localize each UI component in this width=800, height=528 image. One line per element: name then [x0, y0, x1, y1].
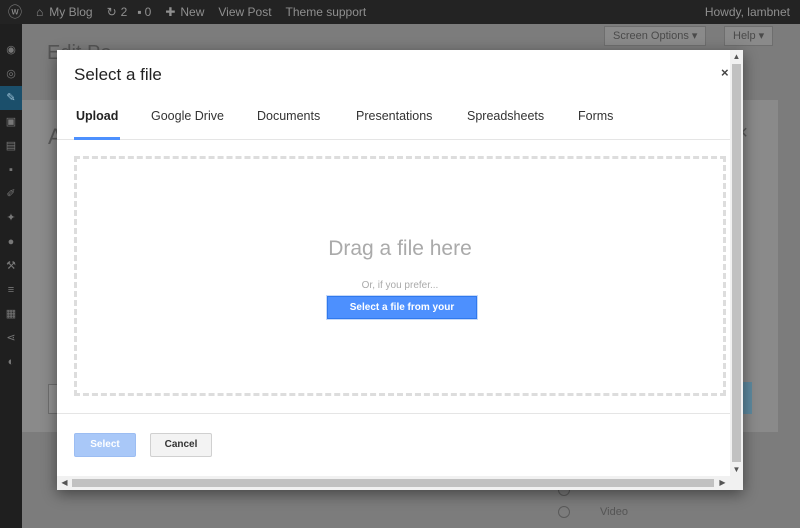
tab-label: Forms [578, 109, 614, 123]
tab-label: Presentations [356, 109, 433, 123]
close-icon[interactable]: × [721, 65, 729, 80]
comment-bubble-icon: ▪ [137, 5, 142, 19]
plus-icon: ✚ [165, 5, 176, 19]
update-icon: ↻ [106, 5, 117, 19]
tab-presentations[interactable]: Presentations [356, 109, 432, 140]
triangle-left-icon[interactable]: ◀ [58, 476, 71, 490]
horizontal-scroll-thumb[interactable] [72, 479, 714, 487]
stats-icon[interactable]: ▦ [0, 302, 22, 326]
drop-zone[interactable]: Drag a file here Or, if you prefer... Se… [74, 156, 726, 396]
wordpress-logo-icon[interactable]: ⓦ [8, 2, 22, 22]
cancel-button[interactable]: Cancel [150, 433, 212, 457]
users-icon[interactable]: ● [0, 230, 22, 254]
new-content-link[interactable]: ✚ New [165, 5, 204, 19]
tab-label: Google Drive [151, 109, 224, 123]
select-file-from-computer-button[interactable]: Select a file from your computer [327, 296, 477, 334]
pages-icon[interactable]: ▤ [0, 134, 22, 158]
triangle-up-icon[interactable]: ▲ [730, 50, 743, 63]
theme-support-link[interactable]: Theme support [286, 5, 367, 19]
tab-label: Documents [257, 109, 321, 123]
file-picker-dialog: Select a file × Upload Google Drive Docu… [57, 50, 743, 490]
comments-icon[interactable]: ▪ [0, 158, 22, 182]
home-icon: ⌂ [36, 5, 44, 19]
share-icon[interactable]: ⋖ [0, 326, 22, 350]
account-link[interactable]: Howdy, lambnet [705, 0, 790, 24]
collapse-icon[interactable]: ◐ [0, 350, 22, 374]
screen-options-button[interactable]: Screen Options ▾ [604, 26, 707, 46]
wp-admin-bar: ⓦ ⌂ My Blog ↻ 2 ▪ 0 ✚ New View Post Them… [0, 0, 800, 24]
dialog-title: Select a file [74, 65, 162, 84]
tab-label: Upload [76, 109, 119, 123]
tab-upload[interactable]: Upload [74, 109, 121, 140]
vertical-scrollbar[interactable]: ▲ ▼ [730, 50, 743, 476]
pin-icon[interactable]: ✎ [0, 86, 22, 110]
settings-icon[interactable]: ≡ [0, 278, 22, 302]
comments-link[interactable]: ↻ 2 ▪ 0 [107, 5, 152, 19]
howdy-label: Howdy, lambnet [704, 5, 790, 19]
tab-spreadsheets[interactable]: Spreadsheets [467, 109, 544, 140]
triangle-down-icon[interactable]: ▼ [730, 463, 743, 476]
tab-forms[interactable]: Forms [578, 109, 613, 140]
dialog-footer: Select Cancel [57, 413, 730, 476]
appearance-icon[interactable]: ✐ [0, 182, 22, 206]
select-button[interactable]: Select [74, 433, 136, 457]
eye-icon[interactable]: ◎ [0, 62, 22, 86]
picker-tabs: Upload Google Drive Documents Presentati… [57, 100, 730, 140]
tab-google-drive[interactable]: Google Drive [151, 109, 224, 140]
admin-sidebar: ◉ ◎ ✎ ▣ ▤ ▪ ✐ ✦ ● ⚒ ≡ ▦ ⋖ ◐ [0, 24, 22, 528]
tab-label: Spreadsheets [467, 109, 545, 123]
prefer-text: Or, if you prefer... [361, 280, 439, 291]
tab-documents[interactable]: Documents [257, 109, 320, 140]
view-post-link[interactable]: View Post [218, 5, 271, 19]
dashboard-icon[interactable]: ◉ [0, 38, 22, 62]
tools-icon[interactable]: ⚒ [0, 254, 22, 278]
media-icon[interactable]: ▣ [0, 110, 22, 134]
site-name-label: My Blog [49, 5, 93, 19]
format-video-label: Video [600, 506, 628, 518]
comments-count: 2 [120, 5, 128, 19]
plugins-icon[interactable]: ✦ [0, 206, 22, 230]
vertical-scroll-thumb[interactable] [732, 64, 741, 462]
active-tab-indicator [74, 137, 121, 140]
site-name-link[interactable]: ⌂ My Blog [36, 5, 93, 19]
help-button[interactable]: Help ▾ [724, 26, 774, 46]
horizontal-scrollbar[interactable]: ◀ ▶ [57, 476, 743, 490]
comments-pending-count: 0 [144, 5, 152, 19]
new-label: New [180, 5, 205, 19]
drag-file-heading: Drag a file here [328, 237, 472, 260]
format-radio-video[interactable] [558, 506, 570, 518]
triangle-right-icon[interactable]: ▶ [716, 476, 729, 490]
